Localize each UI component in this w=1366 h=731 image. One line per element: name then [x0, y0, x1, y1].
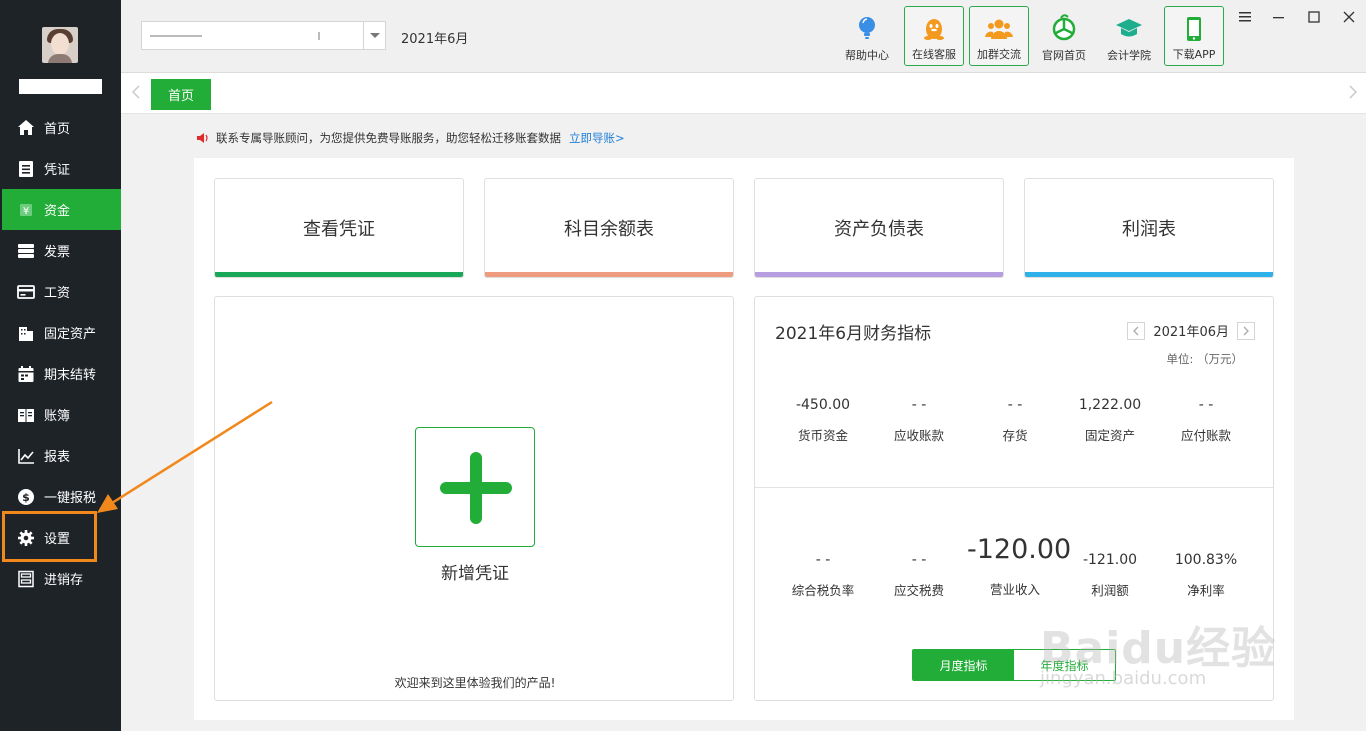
sidebar-item-ledger[interactable]: 账簿 [0, 394, 121, 435]
sidebar-item-invoice[interactable]: 发票 [0, 230, 121, 271]
metric-tax-burden-rate: - - 综合税负率 [791, 552, 855, 598]
sidebar-item-label: 一键报税 [44, 491, 97, 506]
financial-title: 2021年6月财务指标 [775, 324, 932, 344]
sidebar-item-inventory[interactable]: 进销存 [0, 558, 121, 599]
sidebar-item-funds[interactable]: ¥ 资金 [2, 189, 121, 230]
baidu-watermark: Baidu经验 [1040, 623, 1277, 674]
metric-cash: -450.00 货币资金 [795, 397, 851, 443]
sidebar-item-home[interactable]: 首页 [0, 107, 121, 148]
monthly-indicators-tab[interactable]: 月度指标 [913, 650, 1014, 680]
current-month: 2021年06月 [1153, 325, 1229, 340]
calendar-icon [17, 365, 35, 383]
sidebar-item-fixed-assets[interactable]: 固定资产 [0, 312, 121, 353]
svg-text:¥: ¥ [23, 206, 29, 217]
new-voucher-label: 新增凭证 [441, 564, 509, 584]
sidebar-item-label: 工资 [44, 286, 71, 301]
lightbulb-icon [859, 17, 875, 39]
qq-penguin-icon [924, 19, 944, 40]
prev-month-button[interactable] [1127, 321, 1146, 340]
sidebar-item-period-close[interactable]: 期末结转 [0, 353, 121, 394]
metric-fixed-assets: 1,222.00 固定资产 [1078, 397, 1142, 443]
tab-bar: 首页 [121, 73, 1366, 114]
sidebar-item-label: 凭证 [44, 163, 71, 178]
metric-profit: -121.00 利润额 [1082, 552, 1138, 598]
sidebar-item-reports[interactable]: 报表 [0, 435, 121, 476]
welcome-text: 欢迎来到这里体验我们的产品! [394, 676, 556, 690]
metric-receivables: - - 应收账款 [893, 397, 944, 443]
sidebar-item-label: 期末结转 [44, 368, 97, 383]
sidebar-item-label: 账簿 [44, 409, 71, 424]
graduation-cap-icon [1116, 19, 1142, 37]
ledger-book-icon [17, 406, 35, 424]
sidebar-item-label: 首页 [44, 122, 71, 137]
sidebar: 首页 凭证 ¥ 资金 发票 工资 固定资产 期末结转 账簿 报表 $ 一键报税 … [0, 0, 121, 731]
mobile-phone-icon [1187, 17, 1201, 41]
notice-bar: 联系专属导账顾问，为您提供免费导账服务，助您轻松迁移账套数据 立即导账> [196, 130, 625, 146]
view-voucher-card[interactable]: 查看凭证 [214, 178, 464, 278]
help-center-button[interactable]: 帮助中心 [837, 6, 897, 66]
metric-revenue: -120.00 营业收入 [967, 534, 1072, 598]
svg-text:$: $ [22, 491, 30, 504]
metric-inventory: - - 存货 [1002, 397, 1028, 443]
official-site-button[interactable]: 官网首页 [1034, 6, 1094, 66]
next-month-button[interactable] [1237, 321, 1255, 340]
add-voucher-button[interactable] [415, 427, 535, 547]
new-voucher-panel: 新增凭证 欢迎来到这里体验我们的产品! [214, 296, 734, 701]
baidu-watermark-url: jingyan.baidu.com [1040, 668, 1207, 689]
sidebar-item-salary[interactable]: 工资 [0, 271, 121, 312]
join-group-button[interactable]: 加群交流 [969, 6, 1029, 66]
chart-line-icon [17, 447, 35, 465]
invoice-icon [17, 242, 35, 260]
month-navigator: 2021年06月 [1127, 321, 1255, 340]
website-home-icon [1052, 14, 1076, 41]
avatar[interactable] [42, 27, 78, 63]
speaker-icon [197, 133, 208, 143]
chevron-left-icon[interactable] [131, 85, 140, 103]
username-redacted [19, 79, 102, 94]
divider [755, 487, 1273, 488]
maximize-icon[interactable] [1304, 8, 1324, 26]
sidebar-item-label: 报表 [44, 450, 71, 465]
annotation-highlight-box [2, 511, 97, 562]
chevron-right-icon[interactable] [1349, 85, 1358, 103]
metric-payables: - - 应付账款 [1180, 397, 1231, 443]
balance-sheet-card[interactable]: 资产负债表 [754, 178, 1004, 278]
import-now-link[interactable]: 立即导账> [569, 130, 625, 146]
notice-text: 联系专属导账顾问，为您提供免费导账服务，助您轻松迁移账套数据 [216, 131, 561, 145]
unit-label: 单位: （万元） [1166, 352, 1243, 366]
sidebar-item-label: 进销存 [44, 573, 84, 588]
dollar-circle-icon: $ [17, 488, 35, 506]
minimize-icon[interactable] [1269, 8, 1289, 26]
sidebar-item-label: 发票 [44, 245, 71, 260]
online-support-button[interactable]: 在线客服 [904, 6, 964, 66]
yuan-icon: ¥ [17, 201, 35, 219]
sidebar-item-label: 资金 [44, 204, 71, 219]
metric-taxes-payable: - - 应交税费 [893, 552, 944, 598]
sidebar-item-label: 固定资产 [44, 327, 97, 342]
group-chat-icon [985, 19, 1013, 39]
building-icon [17, 324, 35, 342]
menu-icon[interactable] [1235, 8, 1255, 26]
chevron-down-icon[interactable] [363, 22, 385, 49]
salary-card-icon [17, 283, 35, 301]
tab-home[interactable]: 首页 [151, 79, 211, 110]
sidebar-item-voucher[interactable]: 凭证 [0, 148, 121, 189]
period-label: 2021年6月 [401, 32, 469, 47]
account-balance-card[interactable]: 科目余额表 [484, 178, 734, 278]
accounting-academy-button[interactable]: 会计学院 [1099, 6, 1159, 66]
top-bar: 2021年6月 帮助中心 在线客服 加群交流 官网首页 会计学院 下载APP [121, 0, 1366, 73]
voucher-icon [17, 160, 35, 178]
income-statement-card[interactable]: 利润表 [1024, 178, 1274, 278]
metric-net-margin: 100.83% 净利率 [1174, 552, 1238, 598]
close-icon[interactable] [1339, 8, 1359, 26]
download-app-button[interactable]: 下载APP [1164, 6, 1224, 66]
home-icon [17, 119, 35, 137]
inventory-icon [17, 570, 35, 588]
company-select[interactable] [141, 21, 386, 50]
